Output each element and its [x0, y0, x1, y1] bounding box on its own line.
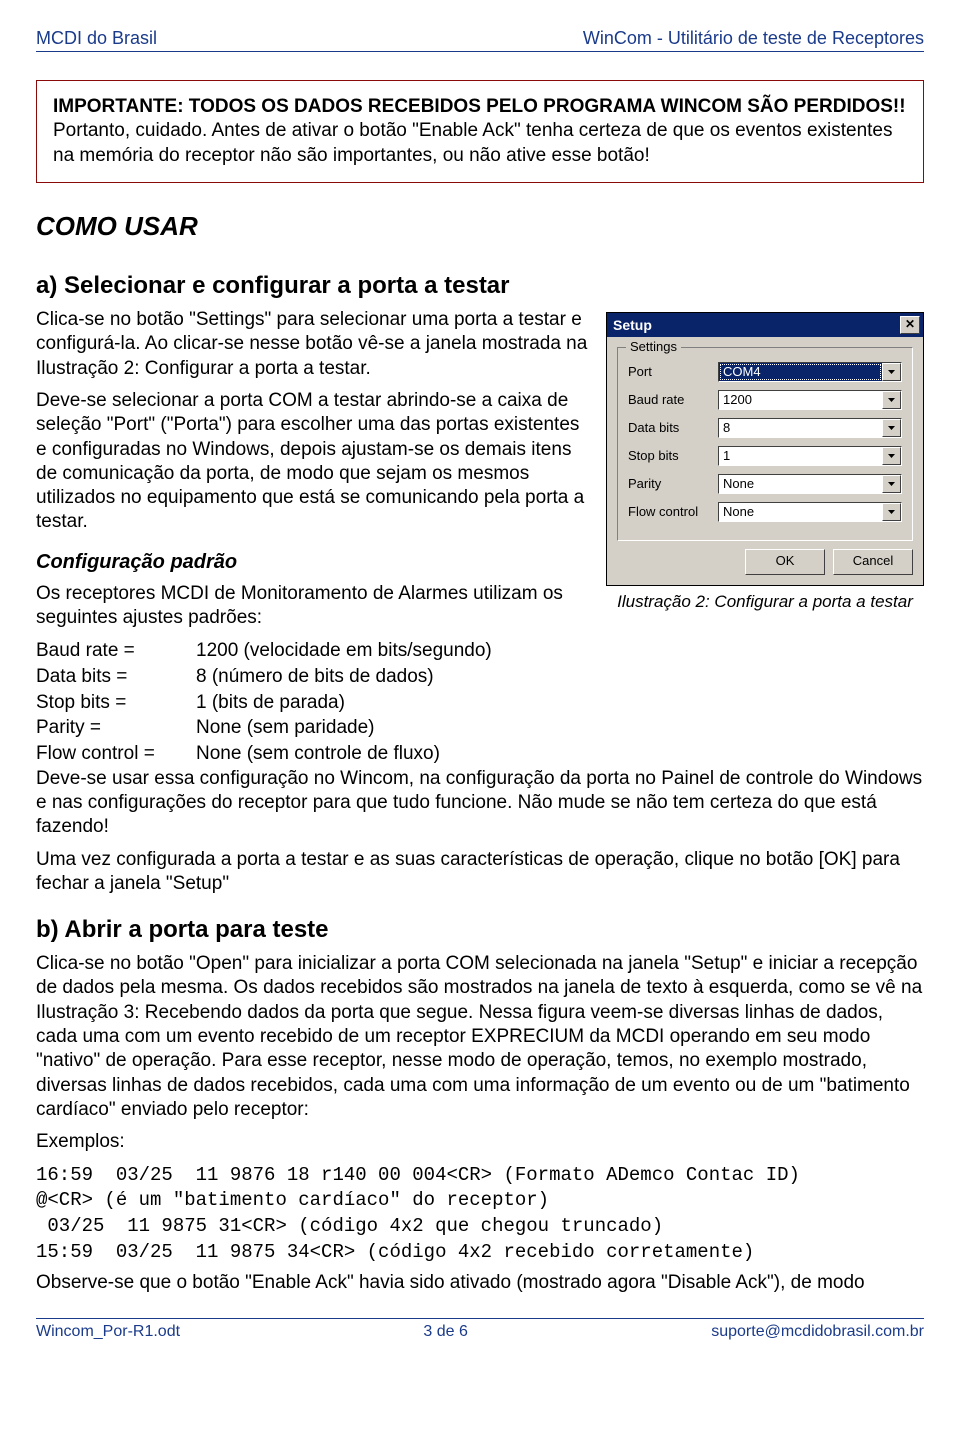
close-icon[interactable]: ✕: [900, 316, 920, 334]
parity-select[interactable]: None: [718, 474, 902, 494]
list-item: Baud rate =1200 (velocidade em bits/segu…: [36, 638, 924, 664]
settings-group-label: Settings: [626, 339, 681, 354]
sec-b-p2: Observe-se que o botão "Enable Ack" havi…: [36, 1271, 924, 1295]
list-item: Parity =None (sem paridade): [36, 715, 924, 741]
settings-groupbox: Settings Port COM4 Baud rate 1200: [617, 347, 913, 541]
field-baud: Baud rate 1200: [628, 390, 902, 410]
page-header: MCDI do Brasil WinCom - Utilitário de te…: [36, 28, 924, 52]
config-padrao-p3: Uma vez configurada a porta a testar e a…: [36, 848, 924, 897]
setup-title: Setup: [613, 317, 652, 333]
section-a-title: a) Selecionar e configurar a porta a tes…: [36, 272, 924, 300]
list-item: Stop bits =1 (bits de parada): [36, 690, 924, 716]
chevron-down-icon[interactable]: [882, 503, 901, 521]
stopbits-select[interactable]: 1: [718, 446, 902, 466]
flowcontrol-select[interactable]: None: [718, 502, 902, 522]
example-line-4: 15:59 03/25 11 9875 34<CR> (código 4x2 r…: [36, 1240, 924, 1266]
flowcontrol-label: Flow control: [628, 504, 718, 519]
list-item: Data bits =8 (número de bits de dados): [36, 664, 924, 690]
field-flowcontrol: Flow control None: [628, 502, 902, 522]
example-line-3: 03/25 11 9875 31<CR> (código 4x2 que che…: [36, 1214, 924, 1240]
como-usar-heading: COMO USAR: [36, 211, 924, 242]
port-label: Port: [628, 364, 718, 379]
stopbits-label: Stop bits: [628, 448, 718, 463]
header-right: WinCom - Utilitário de teste de Receptor…: [583, 28, 924, 49]
sec-b-p1: Clica-se no botão "Open" para inicializa…: [36, 952, 924, 1122]
examples-label: Exemplos:: [36, 1130, 924, 1154]
header-left: MCDI do Brasil: [36, 28, 157, 49]
footer-left: Wincom_Por-R1.odt: [36, 1323, 180, 1341]
list-item: Flow control =None (sem controle de flux…: [36, 741, 924, 767]
stopbits-value: 1: [719, 447, 882, 465]
port-value: COM4: [719, 363, 882, 381]
warning-rest: Portanto, cuidado. Antes de ativar o bot…: [53, 120, 893, 165]
chevron-down-icon[interactable]: [882, 447, 901, 465]
parity-label: Parity: [628, 476, 718, 491]
baud-value: 1200: [719, 391, 882, 409]
dialog-buttons: OK Cancel: [607, 549, 923, 585]
databits-value: 8: [719, 419, 882, 437]
section-b-title: b) Abrir a porta para teste: [36, 916, 924, 944]
setup-titlebar: Setup ✕: [607, 313, 923, 337]
port-select[interactable]: COM4: [718, 362, 902, 382]
cancel-button[interactable]: Cancel: [833, 549, 913, 575]
field-stopbits: Stop bits 1: [628, 446, 902, 466]
figure-caption: Ilustração 2: Configurar a porta a testa…: [606, 592, 924, 612]
field-databits: Data bits 8: [628, 418, 902, 438]
warning-box: IMPORTANTE: TODOS OS DADOS RECEBIDOS PEL…: [36, 80, 924, 183]
chevron-down-icon[interactable]: [882, 391, 901, 409]
example-line-2: @<CR> (é um "batimento cardíaco" do rece…: [36, 1188, 924, 1214]
databits-label: Data bits: [628, 420, 718, 435]
databits-select[interactable]: 8: [718, 418, 902, 438]
example-line-1: 16:59 03/25 11 9876 18 r140 00 004<CR> (…: [36, 1163, 924, 1189]
ok-button[interactable]: OK: [745, 549, 825, 575]
baud-select[interactable]: 1200: [718, 390, 902, 410]
setup-dialog: Setup ✕ Settings Port COM4 Baud rate: [606, 312, 924, 586]
warning-bold: IMPORTANTE: TODOS OS DADOS RECEBIDOS PEL…: [53, 96, 906, 117]
config-padrao-p2: Deve-se usar essa configuração no Wincom…: [36, 767, 924, 840]
footer-center: 3 de 6: [180, 1323, 711, 1341]
chevron-down-icon[interactable]: [882, 419, 901, 437]
setup-figure: Setup ✕ Settings Port COM4 Baud rate: [606, 312, 924, 612]
footer-right: suporte@mcdidobrasil.com.br: [711, 1323, 924, 1341]
baud-label: Baud rate: [628, 392, 718, 407]
chevron-down-icon[interactable]: [882, 475, 901, 493]
default-settings-list: Baud rate =1200 (velocidade em bits/segu…: [36, 638, 924, 766]
flowcontrol-value: None: [719, 503, 882, 521]
field-port: Port COM4: [628, 362, 902, 382]
chevron-down-icon[interactable]: [882, 363, 901, 381]
page-footer: Wincom_Por-R1.odt 3 de 6 suporte@mcdidob…: [36, 1318, 924, 1341]
field-parity: Parity None: [628, 474, 902, 494]
parity-value: None: [719, 475, 882, 493]
